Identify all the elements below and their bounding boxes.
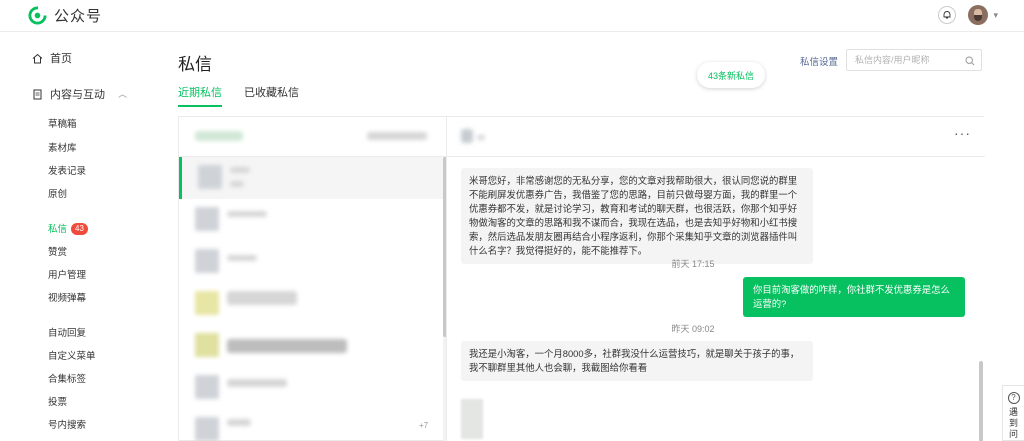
- sidebar-item-users[interactable]: 用户管理: [48, 267, 86, 281]
- main-content: 私信 近期私信 已收藏私信 私信设置 私信内容/用户昵称 +7 ··· 米哥您好…: [150, 32, 1024, 441]
- chevron-down-icon[interactable]: ▾: [993, 10, 998, 21]
- sidebar-item-video-danmaku[interactable]: 视频弹幕: [48, 290, 86, 304]
- sidebar-item-appreciation[interactable]: 赞赏: [48, 244, 67, 258]
- sidebar-item-custom-menu[interactable]: 自定义菜单: [48, 348, 96, 362]
- sidebar-item-voting[interactable]: 投票: [48, 394, 67, 408]
- tab-recent[interactable]: 近期私信: [178, 84, 222, 107]
- message-bubble-outgoing: 你目前淘客做的咋样，你社群不发优惠券是怎么运营的?: [743, 277, 965, 317]
- message-settings-link[interactable]: 私信设置: [800, 54, 838, 68]
- message-tabs: 近期私信 已收藏私信: [178, 84, 321, 107]
- message-timestamp: 昨天 09:02: [671, 324, 715, 334]
- sidebar-item-label: 私信: [48, 224, 68, 235]
- sidebar-item-messages[interactable]: 私信 43: [48, 221, 88, 236]
- sidebar-item-in-account-search[interactable]: 号内搜索: [48, 417, 86, 431]
- wechat-logo-icon: [28, 6, 47, 25]
- list-item[interactable]: [179, 367, 446, 409]
- list-item[interactable]: [179, 241, 446, 283]
- list-badge: +7: [419, 421, 429, 430]
- chevron-up-icon[interactable]: ︿: [118, 87, 127, 100]
- help-label: 遇到问: [1008, 407, 1018, 439]
- sidebar-item-auto-reply[interactable]: 自动回复: [48, 325, 86, 339]
- unread-badge: 43: [71, 223, 88, 236]
- chat-scrollbar[interactable]: [979, 361, 983, 441]
- search-field[interactable]: [846, 49, 982, 71]
- more-options-icon[interactable]: ···: [954, 125, 971, 141]
- sidebar-item-publish-records[interactable]: 发表记录: [48, 163, 86, 177]
- list-item[interactable]: [179, 325, 446, 367]
- sidebar-item-home[interactable]: 首页: [32, 50, 72, 66]
- sidebar-item-materials[interactable]: 素材库: [48, 140, 77, 154]
- image-message-thumbnail[interactable]: [461, 399, 483, 439]
- tab-starred[interactable]: 已收藏私信: [244, 84, 299, 107]
- list-header: [179, 117, 446, 157]
- app-title: 公众号: [54, 8, 103, 25]
- search-input[interactable]: [847, 50, 959, 70]
- avatar[interactable]: [968, 5, 989, 25]
- document-icon: [32, 89, 43, 100]
- list-item[interactable]: [179, 283, 446, 325]
- top-bar: 公众号 ▾: [0, 0, 1024, 32]
- page-title: 私信: [178, 55, 212, 74]
- chat-area: ··· 米哥您好，非常感谢您的无私分享，您的文章对我帮助很大，很认同您说的群里不…: [447, 117, 985, 441]
- list-item[interactable]: +7: [179, 409, 446, 441]
- messages-panel: +7 ··· 米哥您好，非常感谢您的无私分享，您的文章对我帮助很大，很认同您说的…: [178, 116, 985, 441]
- message-bubble-incoming: 我还是小淘客，一个月8000多，社群我没什么运营技巧，就是聊关于孩子的事，我不聊…: [461, 341, 813, 381]
- bell-icon[interactable]: [938, 6, 957, 24]
- list-item[interactable]: [179, 199, 446, 241]
- sidebar-item-collection-tags[interactable]: 合集标签: [48, 371, 86, 385]
- help-float-button[interactable]: ? 遇到问: [1002, 385, 1024, 441]
- sidebar-group-label: 内容与互动: [50, 89, 105, 101]
- logo[interactable]: 公众号: [28, 5, 102, 26]
- chat-header: ···: [447, 117, 985, 157]
- question-icon: ?: [1007, 392, 1020, 404]
- search-icon[interactable]: [965, 55, 975, 69]
- new-messages-pill[interactable]: 43条新私信: [697, 62, 765, 88]
- list-item[interactable]: [179, 157, 446, 199]
- sidebar-group-content[interactable]: 内容与互动: [32, 86, 105, 102]
- sidebar: 首页 内容与互动 ︿ 草稿箱 素材库 发表记录 原创 私信 43 赞赏 用户管理 …: [0, 32, 150, 441]
- sidebar-item-original[interactable]: 原创: [48, 186, 67, 200]
- message-timestamp: 前天 17:15: [671, 259, 715, 269]
- home-icon: [32, 53, 43, 64]
- sidebar-item-drafts[interactable]: 草稿箱: [48, 116, 77, 130]
- message-bubble-incoming: 米哥您好，非常感谢您的无私分享，您的文章对我帮助很大，很认同您说的群里不能刷屏发…: [461, 168, 813, 264]
- conversation-list: +7: [179, 117, 447, 441]
- sidebar-item-label: 首页: [50, 53, 72, 65]
